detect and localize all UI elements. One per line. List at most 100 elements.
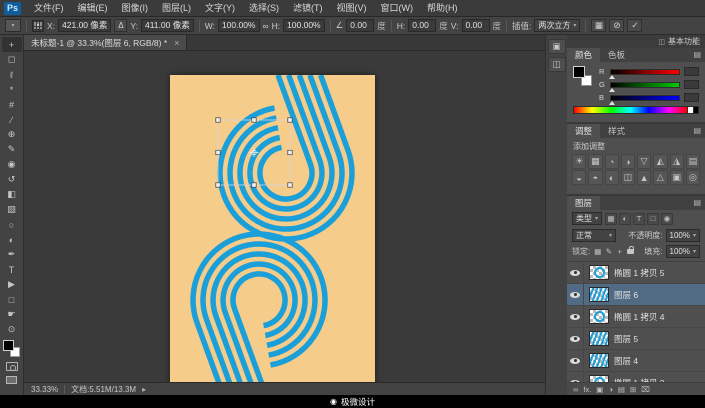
history-panel-button[interactable]: ▣	[547, 39, 566, 54]
healing-brush-tool[interactable]: ⊕	[2, 127, 22, 142]
transform-handle[interactable]	[287, 117, 293, 123]
crop-tool[interactable]: #	[2, 97, 22, 112]
black-swatch[interactable]	[693, 106, 699, 114]
new-group-icon[interactable]: ▤	[618, 385, 625, 394]
lock-position-icon[interactable]: +	[615, 247, 624, 256]
pen-tool[interactable]: ✒	[2, 247, 22, 262]
color-lookup-icon[interactable]: ◐	[604, 170, 619, 185]
hand-tool[interactable]: ☛	[2, 307, 22, 322]
dodge-tool[interactable]: ◐	[2, 232, 22, 247]
warp-mode-toggle[interactable]: ▦	[591, 19, 607, 32]
tab-颜色[interactable]: 颜色	[567, 48, 601, 62]
slider-thumb-icon[interactable]	[609, 87, 615, 92]
transform-handle[interactable]	[215, 149, 221, 156]
eraser-tool[interactable]: ◧	[2, 187, 22, 202]
menu-help[interactable]: 帮助(H)	[420, 0, 465, 16]
interpolation-select[interactable]: 两次立方 ▾	[534, 19, 581, 32]
workspace-switcher[interactable]: 基本功能	[668, 36, 700, 47]
lock-image-pixels-icon[interactable]: ✎	[604, 247, 613, 256]
tab-色板[interactable]: 色板	[600, 48, 633, 62]
levels-icon[interactable]: ▦	[588, 154, 603, 169]
color-balance-icon[interactable]: ◮	[669, 154, 684, 169]
layer-row[interactable]: 椭圆 1 拷贝 3	[567, 372, 705, 382]
screen-mode-button[interactable]	[6, 376, 17, 384]
skew-v-field[interactable]: 0.00	[461, 19, 490, 32]
layer-filter-type-select[interactable]: 类型 ▾	[572, 212, 603, 225]
menu-image[interactable]: 图像(I)	[115, 0, 156, 16]
black-white-icon[interactable]: ▤	[685, 154, 700, 169]
layer-row[interactable]: 椭圆 1 拷贝 4	[567, 306, 705, 328]
color-spectrum-bar[interactable]	[573, 106, 687, 114]
quick-mask-button[interactable]	[5, 362, 18, 371]
zoom-level-field[interactable]: 33.33%	[31, 385, 58, 394]
layer-row[interactable]: 图层 5	[567, 328, 705, 350]
menu-file[interactable]: 文件(F)	[27, 0, 71, 16]
skew-h-field[interactable]: 0.00	[408, 19, 437, 32]
panel-menu-icon[interactable]: ▤	[689, 124, 705, 138]
filter-smart-objects-icon[interactable]: ◉	[661, 212, 674, 225]
layer-visibility-toggle[interactable]	[567, 350, 584, 371]
layer-thumbnail[interactable]	[589, 309, 609, 324]
slider-bar-r[interactable]	[609, 68, 680, 79]
transform-handle[interactable]	[251, 117, 257, 123]
blend-mode-select[interactable]: 正常 ▾	[572, 229, 616, 242]
cancel-transform-button[interactable]: ⊘	[609, 19, 625, 32]
opacity-select[interactable]: 100% ▾	[665, 229, 700, 242]
exposure-icon[interactable]: ◑	[620, 154, 635, 169]
rotation-angle-field[interactable]: 0.00	[346, 19, 375, 32]
marquee-tool[interactable]: ◻	[2, 52, 22, 67]
threshold-icon[interactable]: △	[653, 170, 668, 185]
reference-point-locator[interactable]	[32, 19, 44, 32]
shape-tool[interactable]: □	[2, 292, 22, 307]
transform-handle[interactable]	[215, 117, 221, 123]
blur-tool[interactable]: ○	[2, 217, 22, 232]
layer-thumbnail[interactable]	[589, 265, 609, 280]
status-options-arrow-icon[interactable]: ▸	[142, 385, 146, 394]
slider-thumb-icon[interactable]	[609, 100, 615, 105]
new-adjustment-layer-icon[interactable]: ◑	[608, 385, 613, 394]
lock-all-icon[interactable]	[626, 246, 635, 256]
menu-select[interactable]: 选择(S)	[242, 0, 286, 16]
y-position-field[interactable]: 411.00 像素	[140, 19, 194, 32]
path-selection-tool[interactable]: ▶	[2, 277, 22, 292]
link-layers-icon[interactable]: ∞	[573, 385, 578, 394]
quick-selection-tool[interactable]: *	[2, 82, 22, 97]
panel-menu-icon[interactable]: ▤	[689, 48, 705, 62]
layer-thumbnail[interactable]	[589, 287, 609, 302]
layer-visibility-toggle[interactable]	[567, 262, 584, 283]
eyedropper-tool[interactable]: ∕	[2, 112, 22, 127]
menu-view[interactable]: 视图(V)	[330, 0, 374, 16]
menu-layer[interactable]: 图层(L)	[155, 0, 198, 16]
tab-样式[interactable]: 样式	[600, 124, 633, 138]
menu-edit[interactable]: 编辑(E)	[71, 0, 115, 16]
delete-layer-icon[interactable]: ⌧	[641, 385, 650, 394]
layer-visibility-toggle[interactable]	[567, 328, 584, 349]
move-tool[interactable]: +	[1, 37, 22, 52]
type-tool[interactable]: T	[2, 262, 22, 277]
slider-thumb-icon[interactable]	[609, 74, 615, 79]
curves-icon[interactable]: ◔	[604, 154, 619, 169]
brightness-contrast-icon[interactable]: ☀	[572, 154, 587, 169]
poster-document[interactable]	[170, 75, 375, 382]
filter-type-layers-icon[interactable]: T	[633, 212, 646, 225]
posterize-icon[interactable]: ▲	[637, 170, 652, 185]
transform-handle[interactable]	[287, 149, 293, 156]
vibrance-icon[interactable]: ▽	[637, 154, 652, 169]
layer-thumbnail[interactable]	[589, 331, 609, 346]
layer-visibility-toggle[interactable]	[567, 284, 584, 305]
layer-row[interactable]: 椭圆 1 拷贝 5	[567, 262, 705, 284]
layer-thumbnail[interactable]	[589, 375, 609, 382]
photo-filter-icon[interactable]: ◒	[572, 170, 587, 185]
foreground-color-swatch[interactable]	[3, 340, 14, 351]
fill-select[interactable]: 100% ▾	[665, 245, 700, 258]
layer-row[interactable]: 图层 4	[567, 350, 705, 372]
slider-bar-g[interactable]	[609, 81, 680, 92]
tab-调整[interactable]: 调整	[567, 124, 601, 138]
transform-handle[interactable]	[251, 182, 257, 188]
slider-value-field[interactable]	[684, 67, 699, 76]
clone-stamp-tool[interactable]: ◉	[2, 157, 22, 172]
link-dimensions-icon[interactable]: ∞	[263, 21, 269, 31]
document-tab[interactable]: 未标题-1 @ 33.3%(图层 6, RGB/8) * ×	[24, 35, 188, 50]
slider-value-field[interactable]	[684, 80, 699, 89]
panel-menu-icon[interactable]: ▤	[689, 196, 705, 210]
